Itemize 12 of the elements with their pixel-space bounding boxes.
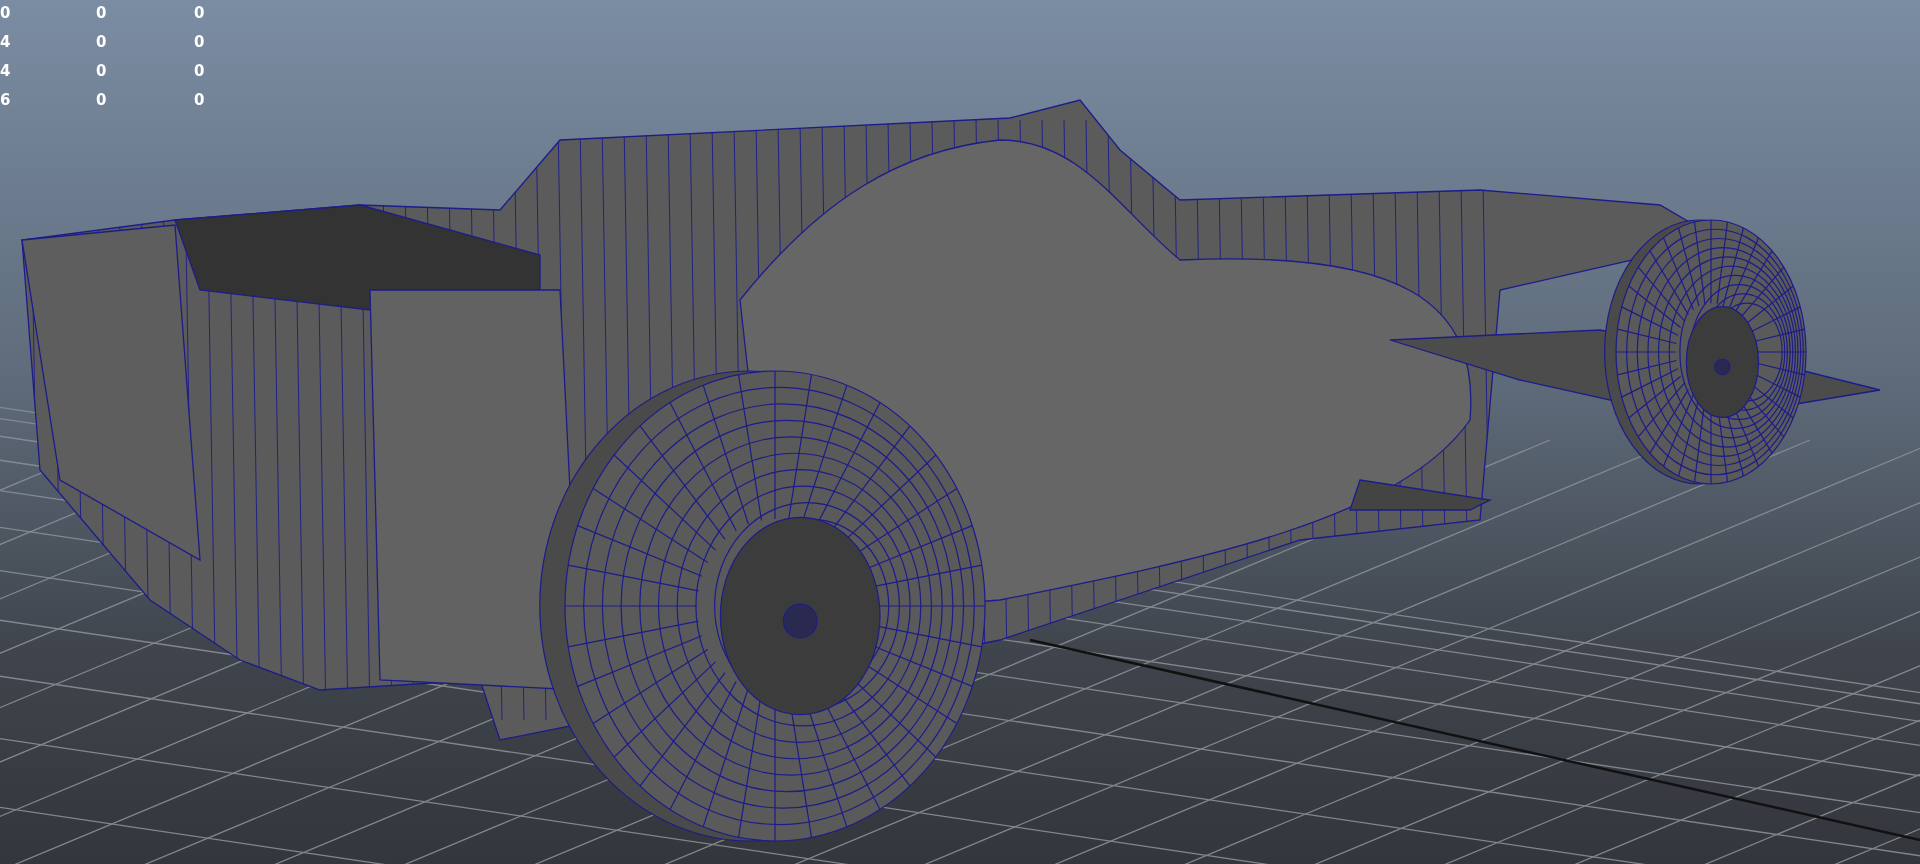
hud-value: 0: [96, 33, 108, 52]
hud-value: 0: [194, 4, 206, 23]
hud-value: 4: [0, 33, 12, 52]
hud-value: 0: [194, 33, 206, 52]
hud-value: 0: [194, 91, 206, 110]
hud-value: 6: [0, 91, 12, 110]
hud-value: 0: [194, 62, 206, 81]
hud-value: 0: [96, 62, 108, 81]
hud-value: 0: [0, 4, 12, 23]
hud-value: 0: [96, 4, 108, 23]
hud-value: 0: [96, 91, 108, 110]
hud-value: 4: [0, 62, 12, 81]
